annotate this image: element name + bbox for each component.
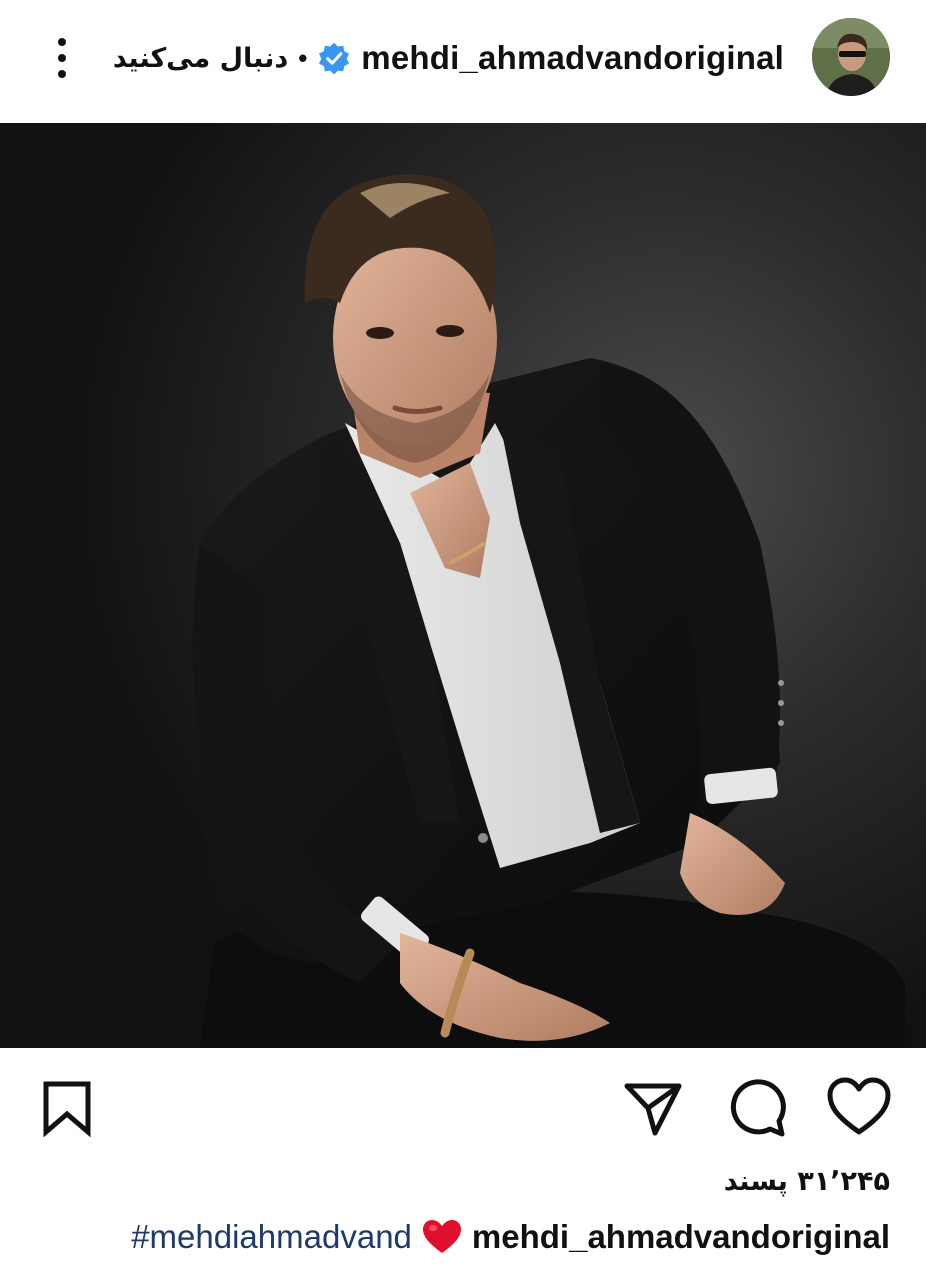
- more-dot-icon: [58, 54, 66, 62]
- header-line: دنبال می‌کنید • mehdi_ahmadvandoriginal: [113, 34, 784, 82]
- more-dot-icon: [58, 38, 66, 46]
- bookmark-icon: [43, 1081, 91, 1138]
- avatar[interactable]: [812, 18, 890, 96]
- comment-button[interactable]: [726, 1076, 788, 1138]
- more-options-button[interactable]: [44, 34, 80, 82]
- post-photo[interactable]: [0, 123, 926, 1048]
- like-button[interactable]: [826, 1076, 892, 1138]
- caption-username-link[interactable]: mehdi_ahmadvandoriginal: [472, 1218, 890, 1256]
- follow-status[interactable]: دنبال می‌کنید: [113, 43, 288, 74]
- hashtag-link[interactable]: #mehdiahmadvand: [131, 1218, 412, 1256]
- comment-bubble-icon: [730, 1079, 786, 1137]
- more-dot-icon: [58, 70, 66, 78]
- likes-count[interactable]: ۳۱٬۲۴۵ پسند: [724, 1166, 890, 1197]
- share-button[interactable]: [622, 1078, 684, 1138]
- avatar-image: [812, 18, 890, 96]
- paper-plane-icon: [624, 1083, 682, 1136]
- caption: #mehdiahmadvand mehdi_ahmadvandoriginal: [131, 1218, 890, 1256]
- separator-dot: •: [298, 42, 308, 73]
- post-header: دنبال می‌کنید • mehdi_ahmadvandoriginal: [0, 0, 926, 122]
- verified-badge-icon: [319, 42, 350, 75]
- username-link[interactable]: mehdi_ahmadvandoriginal: [361, 39, 784, 77]
- portrait-image: [0, 123, 926, 1048]
- heart-outline-icon: [827, 1077, 891, 1135]
- red-heart-emoji-icon: [422, 1220, 461, 1253]
- save-button[interactable]: [40, 1078, 96, 1138]
